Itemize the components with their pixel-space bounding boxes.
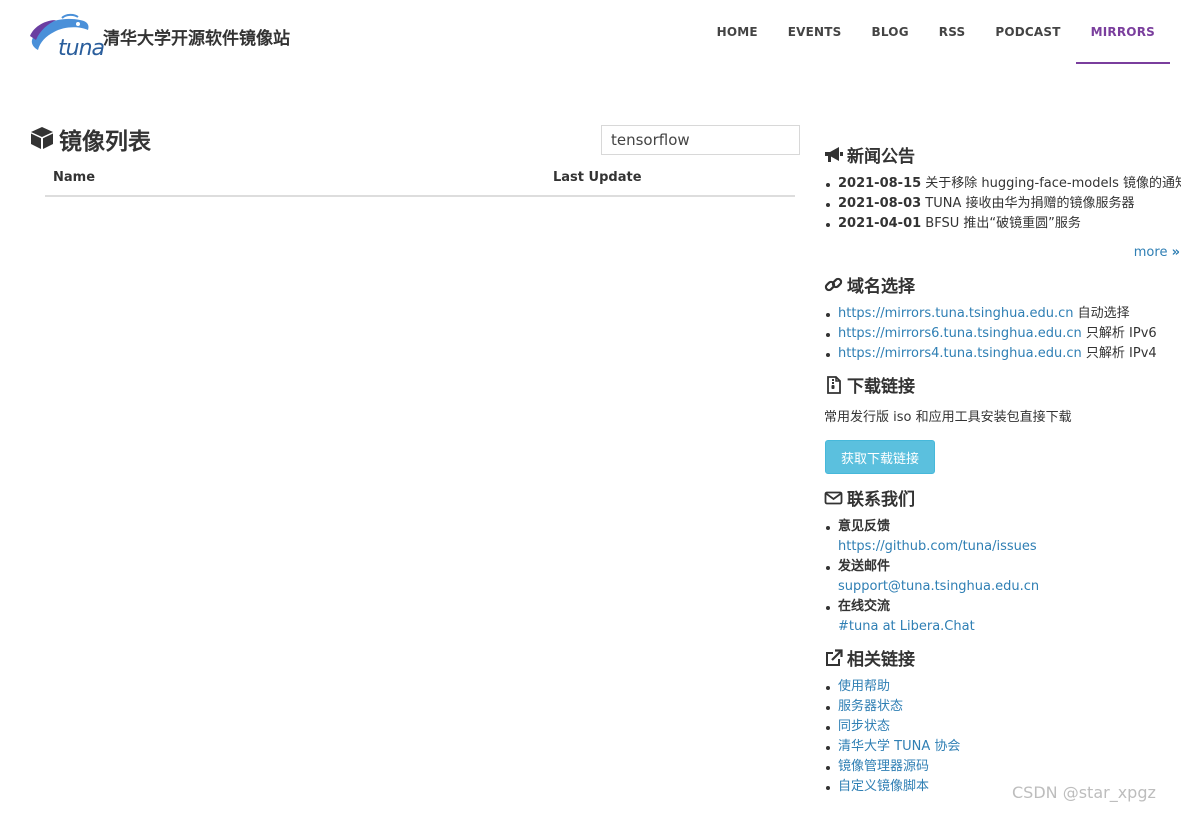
external-link-icon [826,648,843,666]
nav-mirrors[interactable]: MIRRORS [1075,0,1170,64]
domains-heading: 域名选择 [824,272,915,297]
contact-label: 发送邮件 [838,559,891,574]
nav-events[interactable]: EVENTS [773,0,857,64]
related-link-item: 自定义镜像脚本 [824,777,960,797]
domain-note: 只解析 IPv6 [1085,326,1157,341]
domain-list: https://mirrors.tuna.tsinghua.edu.cn 自动选… [824,304,1157,364]
related-link[interactable]: 使用帮助 [838,679,890,694]
contact-label: 意见反馈 [838,519,891,534]
contact-link[interactable]: #tuna at Libera.Chat [838,619,975,634]
domain-note: 只解析 IPv4 [1085,346,1157,361]
related-links-heading: 相关链接 [824,645,915,670]
tuna-logo[interactable]: tuna [28,12,105,64]
news-date: 2021-04-01 [838,216,922,231]
contact-title: 联系我们 [847,490,915,510]
mirror-filter-input[interactable] [601,125,800,155]
double-chevron-right-icon: » [1171,245,1180,260]
related-link-item: 使用帮助 [824,677,960,697]
news-more-link[interactable]: more » [1134,245,1180,260]
news-text[interactable]: TUNA 接收由华为捐赠的镜像服务器 [925,196,1134,211]
column-last-update[interactable]: Last Update [553,170,642,185]
news-heading: 新闻公告 [824,142,915,167]
contact-item: 意见反馈 [824,517,1039,537]
contact-heading: 联系我们 [824,485,915,510]
related-link-item: 镜像管理器源码 [824,757,960,777]
news-title: 新闻公告 [847,147,915,167]
column-name[interactable]: Name [53,170,95,185]
domains-title: 域名选择 [847,277,915,297]
bullhorn-icon [825,146,843,162]
cube-icon [31,127,53,149]
related-link-item: 同步状态 [824,717,960,737]
file-archive-icon [827,375,841,394]
download-title: 下载链接 [847,377,915,397]
nav-podcast[interactable]: PODCAST [980,0,1075,64]
site-title[interactable]: 清华大学开源软件镜像站 [103,24,290,49]
more-label: more [1133,245,1168,260]
mirror-table-header: Name Last Update [45,162,795,197]
nav-rss[interactable]: RSS [924,0,981,64]
contact-link-row: #tuna at Libera.Chat [824,617,1039,637]
domain-item: https://mirrors6.tuna.tsinghua.edu.cn 只解… [824,324,1157,344]
related-link[interactable]: 清华大学 TUNA 协会 [838,739,960,754]
nav-blog[interactable]: BLOG [857,0,924,64]
related-link-item: 服务器状态 [824,697,960,717]
contact-link-row: https://github.com/tuna/issues [824,537,1039,557]
domain-link[interactable]: https://mirrors6.tuna.tsinghua.edu.cn [838,326,1082,341]
news-item[interactable]: 2021-08-15 关于移除 hugging-face-models 镜像的通… [824,174,1181,194]
related-links-list: 使用帮助 服务器状态 同步状态 清华大学 TUNA 协会 镜像管理器源码 自定义… [824,677,960,797]
top-nav: HOME EVENTS BLOG RSS PODCAST MIRRORS [702,0,1170,64]
news-list: 2021-08-15 关于移除 hugging-face-models 镜像的通… [824,174,1181,234]
envelope-icon [824,491,843,504]
link-icon [824,277,843,291]
contact-label: 在线交流 [838,599,891,614]
news-item[interactable]: 2021-08-03 TUNA 接收由华为捐赠的镜像服务器 [824,194,1181,214]
domain-item: https://mirrors4.tuna.tsinghua.edu.cn 只解… [824,344,1157,364]
download-description: 常用发行版 iso 和应用工具安装包直接下载 [824,410,1072,425]
contact-link-row: support@tuna.tsinghua.edu.cn [824,577,1039,597]
news-date: 2021-08-15 [838,176,922,191]
news-date: 2021-08-03 [838,196,922,211]
news-item[interactable]: 2021-04-01 BFSU 推出“破镜重圆”服务 [824,214,1181,234]
download-heading: 下载链接 [824,372,915,397]
domain-link[interactable]: https://mirrors.tuna.tsinghua.edu.cn [838,306,1074,321]
related-links-title: 相关链接 [847,650,915,670]
related-link[interactable]: 服务器状态 [838,699,903,714]
domain-link[interactable]: https://mirrors4.tuna.tsinghua.edu.cn [838,346,1082,361]
contact-item: 在线交流 [824,597,1039,617]
get-download-link-button[interactable]: 获取下载链接 [825,440,935,474]
related-link[interactable]: 同步状态 [838,719,890,734]
related-link[interactable]: 自定义镜像脚本 [838,779,929,794]
news-text[interactable]: 关于移除 hugging-face-models 镜像的通知 [925,176,1181,191]
nav-home[interactable]: HOME [702,0,773,64]
related-link[interactable]: 镜像管理器源码 [838,759,929,774]
contact-link[interactable]: support@tuna.tsinghua.edu.cn [838,579,1039,594]
domain-item: https://mirrors.tuna.tsinghua.edu.cn 自动选… [824,304,1157,324]
contact-link[interactable]: https://github.com/tuna/issues [838,539,1037,554]
news-text[interactable]: BFSU 推出“破镜重圆”服务 [925,216,1081,231]
logo-text: tuna [58,36,105,61]
related-link-item: 清华大学 TUNA 协会 [824,737,960,757]
domain-note: 自动选择 [1077,306,1130,321]
mirror-list-title: 镜像列表 [59,129,151,155]
csdn-watermark: CSDN @star_xpgz [1012,783,1156,802]
contact-item: 发送邮件 [824,557,1039,577]
contact-list: 意见反馈 https://github.com/tuna/issues 发送邮件… [824,517,1039,637]
